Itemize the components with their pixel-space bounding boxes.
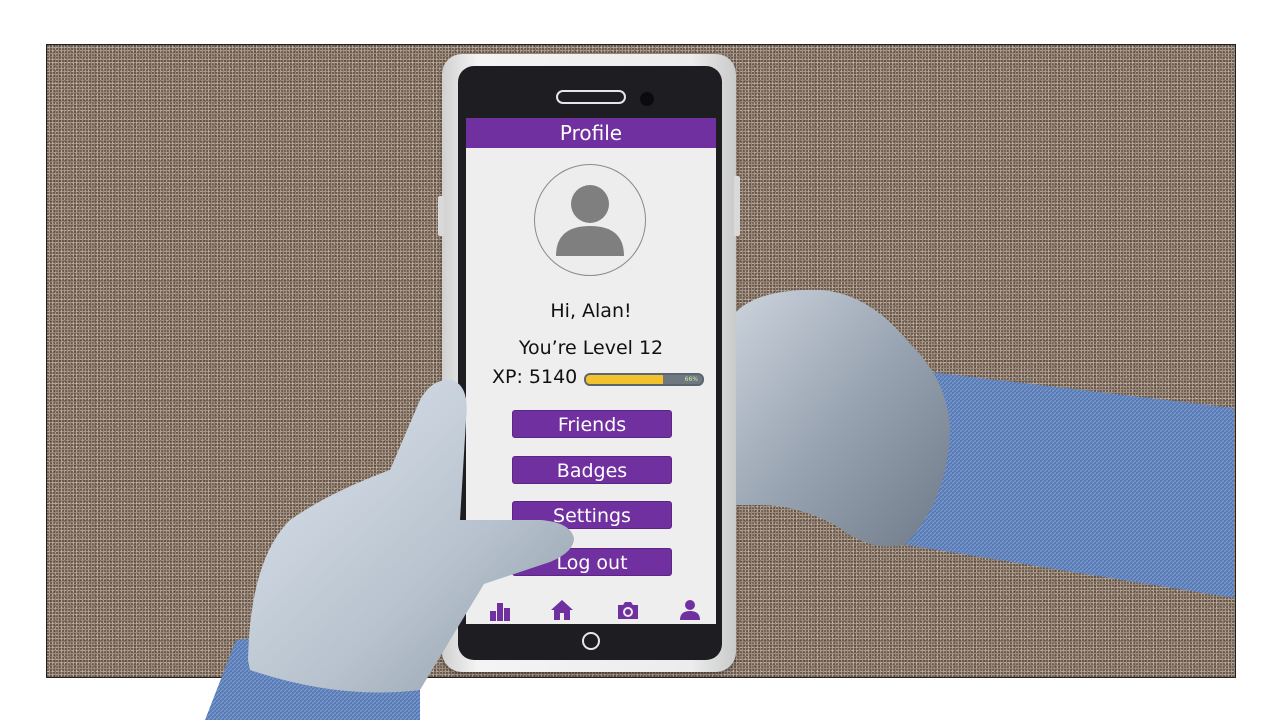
friends-button[interactable]: Friends [512, 410, 672, 438]
user-icon[interactable] [678, 599, 702, 621]
home-icon[interactable] [550, 599, 574, 621]
page-title: Profile [466, 118, 716, 148]
greeting-text: Hi, Alan! [550, 300, 632, 322]
phone-speaker [556, 90, 626, 104]
leaderboard-icon[interactable] [488, 599, 512, 621]
app-screen: Profile Hi, Alan! You’re Level 12 XP: 51… [466, 118, 716, 624]
phone-home-button[interactable] [582, 632, 600, 650]
camera-icon[interactable] [616, 599, 640, 621]
xp-row: XP: 5140 66% [492, 366, 704, 390]
front-camera [640, 92, 654, 106]
phone-side-button [734, 176, 740, 236]
xp-progress-bar: 66% [584, 373, 704, 386]
xp-progress-fill [586, 375, 663, 384]
phone-side-button [438, 196, 444, 236]
log-out-button[interactable]: Log out [512, 548, 672, 576]
user-placeholder-icon [556, 185, 624, 256]
avatar[interactable] [534, 164, 646, 276]
xp-value: 5140 [528, 366, 578, 388]
xp-progress-label: 66% [684, 376, 698, 383]
level-text: You’re Level 12 [518, 337, 664, 359]
bottom-nav [466, 594, 716, 624]
badges-button[interactable]: Badges [512, 456, 672, 484]
settings-button[interactable]: Settings [512, 501, 672, 529]
xp-label: XP: [492, 366, 529, 388]
